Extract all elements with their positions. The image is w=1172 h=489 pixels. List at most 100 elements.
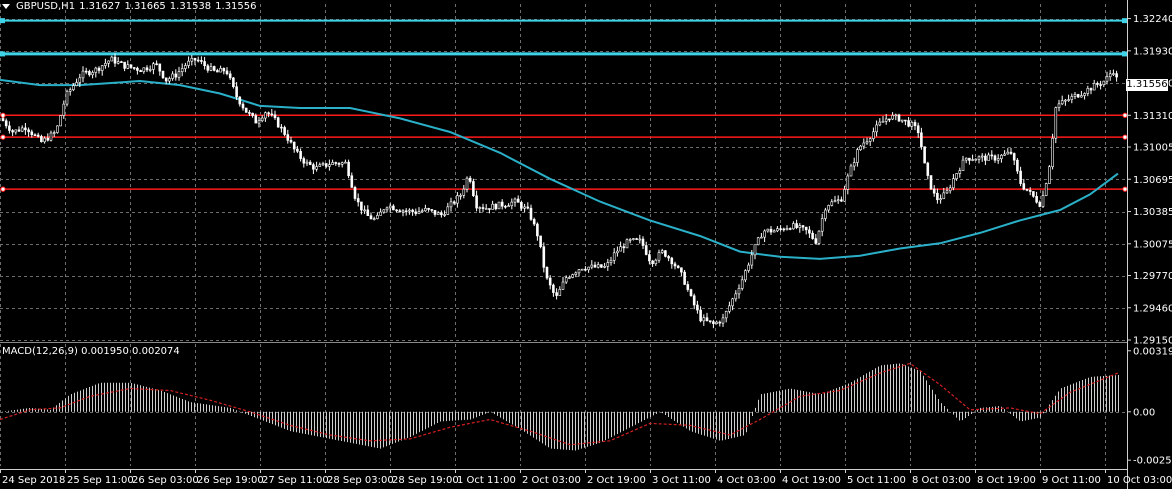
dropdown-triangle-icon[interactable] [2, 4, 10, 9]
candle-body [760, 236, 763, 239]
candle-body [568, 277, 571, 279]
candle-body [606, 262, 610, 267]
candle-body [846, 175, 850, 190]
candle-body [408, 209, 411, 212]
candle-body [206, 65, 210, 71]
candle-body [904, 119, 907, 122]
candle-body [532, 219, 536, 225]
time-tick-label: 28 Sep 19:00 [392, 475, 459, 486]
open-value: 1.31627 [79, 1, 121, 12]
candle-body [174, 73, 178, 78]
candle-body [219, 68, 222, 73]
candle-body [248, 112, 251, 114]
time-tick-label: 4 Oct 03:00 [717, 475, 776, 486]
candle-body [638, 238, 642, 241]
candle-body [900, 119, 904, 122]
candle-body [977, 156, 981, 160]
candle-body [168, 78, 171, 82]
candle-body [513, 198, 517, 203]
candle-body [964, 157, 968, 161]
candle-body [369, 215, 373, 220]
time-tick-label: 25 Sep 11:00 [67, 475, 134, 486]
candle-body [1064, 99, 1067, 102]
candle-body [712, 321, 715, 324]
candle-body [468, 177, 472, 182]
candle-body [388, 205, 392, 209]
candle-body [622, 246, 626, 249]
horizontal-levels[interactable] [0, 18, 1128, 192]
candle-body [696, 304, 699, 311]
candle-body [187, 60, 190, 66]
chart-canvas[interactable]: 1.322401.319301.316201.313101.310051.306… [0, 0, 1172, 489]
candle-body [1009, 151, 1013, 154]
macd-label: MACD(12,26,9) [2, 346, 78, 357]
candle-body [664, 250, 667, 257]
candle-body [244, 107, 248, 113]
candle-body [814, 238, 818, 244]
candle-body [718, 321, 722, 324]
candle-body [20, 127, 24, 132]
candle-body [196, 59, 200, 62]
macd-header: MACD(12,26,9) 0.001950 0.002074 [2, 346, 180, 357]
candle-body [660, 250, 664, 253]
time-tick-label: 1 Oct 11:00 [457, 475, 516, 486]
candle-body [379, 211, 382, 216]
candle-body [910, 122, 914, 127]
price-tick-label: 1.29770 [1133, 271, 1172, 282]
candle-body [385, 207, 389, 211]
candle-body [1112, 73, 1115, 75]
candle-body [123, 61, 126, 69]
candle-body [177, 71, 181, 78]
candle-body [868, 138, 872, 142]
candle-body [40, 136, 43, 143]
price-tick-label: 1.31930 [1133, 46, 1172, 57]
candle-body [756, 237, 760, 246]
candle-body [14, 129, 18, 133]
close-value: 1.31556 [215, 1, 257, 12]
candle-body [1108, 73, 1112, 78]
candle-body [81, 70, 85, 79]
candle-body [203, 61, 206, 67]
price-tick-label: 1.29150 [1133, 336, 1172, 347]
candle-body [523, 206, 526, 209]
candle-body [766, 228, 770, 232]
candle-body [792, 223, 795, 230]
macd-value-2: 0.002074 [132, 346, 180, 357]
macd-tick-label: -0.0025 [1133, 456, 1172, 467]
candle-body [836, 199, 840, 202]
candle-body [56, 125, 59, 133]
level-handle-left [0, 51, 5, 57]
candle-body [1012, 153, 1016, 161]
candle-body [260, 117, 264, 122]
candle-body [222, 68, 226, 72]
candle-body [571, 274, 574, 278]
candle-body [292, 141, 296, 150]
candle-body [1000, 154, 1003, 159]
candle-body [321, 163, 325, 166]
candle-body [104, 62, 107, 66]
candle-body [948, 187, 952, 192]
candle-body [238, 96, 242, 105]
candle-body [449, 201, 453, 208]
price-tick-label: 1.30385 [1133, 207, 1172, 218]
moving-average [0, 78, 1119, 260]
candle-body [1044, 183, 1048, 196]
candle-body [913, 122, 917, 127]
high-value: 1.31665 [124, 1, 166, 12]
candle-body [958, 170, 962, 174]
macd-tick-label: 0.00 [1133, 407, 1155, 418]
candle-body [593, 264, 597, 268]
candle-body [1067, 99, 1070, 101]
candle-body [126, 64, 130, 69]
macd-window [0, 342, 1127, 451]
candle-body [257, 120, 261, 124]
candle-body [824, 209, 827, 219]
candle-body [740, 279, 744, 289]
candle-body [360, 201, 363, 211]
candle-body [465, 177, 469, 190]
candle-body [632, 238, 635, 240]
candle-body [993, 155, 997, 161]
candle-body [107, 60, 110, 64]
candle-body [923, 146, 926, 164]
candle-body [302, 158, 306, 164]
